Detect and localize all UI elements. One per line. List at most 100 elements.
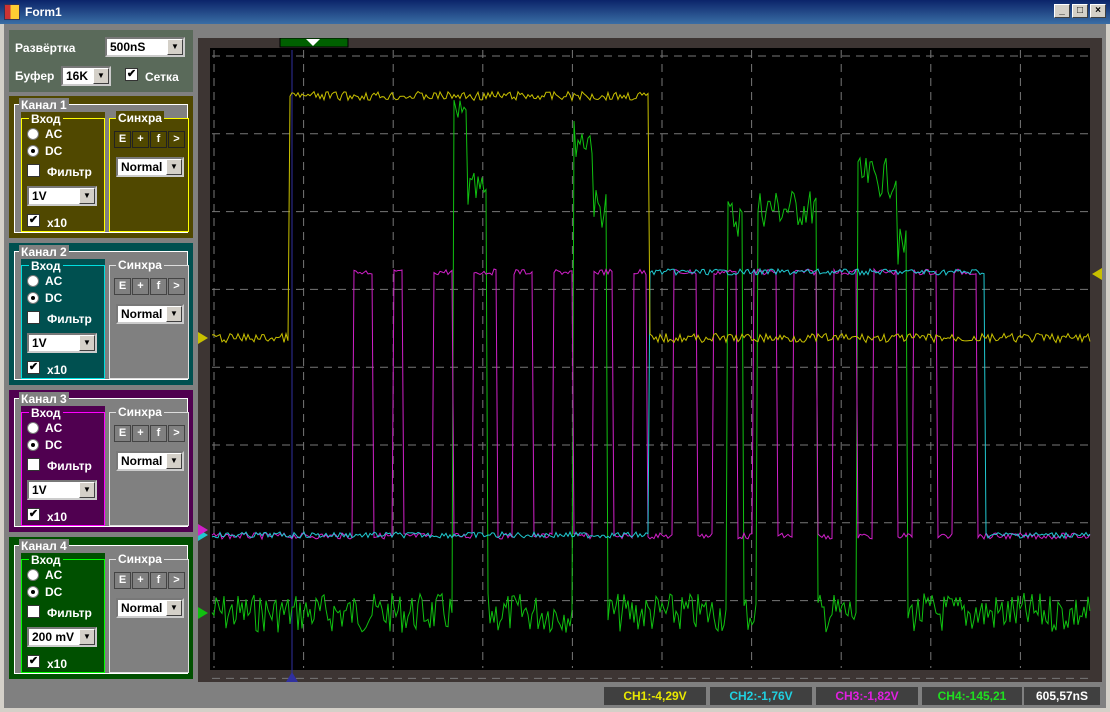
sync-button-3[interactable]: > bbox=[168, 131, 185, 148]
ac-radio[interactable] bbox=[27, 422, 39, 434]
app-icon bbox=[4, 4, 20, 20]
filter-checkbox[interactable] bbox=[27, 458, 40, 471]
sync-mode-select[interactable]: Normal ▼ bbox=[116, 157, 184, 177]
chevron-down-icon[interactable]: ▼ bbox=[79, 482, 95, 498]
ac-label: AC bbox=[45, 127, 63, 141]
sync-label: Синхра bbox=[116, 258, 164, 272]
sync-button-2[interactable]: f bbox=[150, 278, 167, 295]
range-select[interactable]: 1V ▼ bbox=[27, 480, 97, 500]
maximize-button[interactable]: □ bbox=[1072, 4, 1088, 18]
scope-plot[interactable] bbox=[198, 38, 1102, 682]
title-bar: Form1 _ □ × bbox=[0, 0, 1110, 24]
sync-button-0[interactable]: E bbox=[114, 425, 131, 442]
x10-label: x10 bbox=[47, 363, 68, 377]
sync-group: Синхра E + f > Normal ▼ bbox=[109, 111, 189, 232]
range-value: 1V bbox=[32, 189, 47, 203]
sync-mode-select[interactable]: Normal ▼ bbox=[116, 451, 184, 471]
sync-button-2[interactable]: f bbox=[150, 572, 167, 589]
dc-radio[interactable] bbox=[27, 586, 39, 598]
grid-checkbox[interactable]: ✔ bbox=[125, 68, 138, 81]
chevron-down-icon[interactable]: ▼ bbox=[166, 453, 182, 469]
buffer-select[interactable]: 16K ▼ bbox=[61, 66, 111, 86]
x10-checkbox[interactable]: ✔ bbox=[27, 508, 40, 521]
sync-button-3[interactable]: > bbox=[168, 278, 185, 295]
dc-radio[interactable] bbox=[27, 145, 39, 157]
filter-label: Фильтр bbox=[47, 459, 92, 473]
range-select[interactable]: 200 mV ▼ bbox=[27, 627, 97, 647]
dc-radio[interactable] bbox=[27, 292, 39, 304]
sync-label: Синхра bbox=[116, 111, 164, 125]
ac-label: AC bbox=[45, 568, 63, 582]
range-select[interactable]: 1V ▼ bbox=[27, 186, 97, 206]
chevron-down-icon[interactable]: ▼ bbox=[166, 306, 182, 322]
x10-label: x10 bbox=[47, 510, 68, 524]
status-time: 605,57nS bbox=[1024, 687, 1100, 705]
sync-button-1[interactable]: + bbox=[132, 572, 149, 589]
chevron-down-icon[interactable]: ▼ bbox=[79, 629, 95, 645]
sync-mode-select[interactable]: Normal ▼ bbox=[116, 598, 184, 618]
x10-checkbox[interactable]: ✔ bbox=[27, 214, 40, 227]
sync-mode-select[interactable]: Normal ▼ bbox=[116, 304, 184, 324]
chevron-down-icon[interactable]: ▼ bbox=[79, 188, 95, 204]
input-label: Вход bbox=[29, 406, 63, 420]
sync-button-1[interactable]: + bbox=[132, 425, 149, 442]
range-value: 1V bbox=[32, 483, 47, 497]
minimize-button[interactable]: _ bbox=[1054, 4, 1070, 18]
ac-radio[interactable] bbox=[27, 569, 39, 581]
sync-button-1[interactable]: + bbox=[132, 131, 149, 148]
sync-button-2[interactable]: f bbox=[150, 425, 167, 442]
input-label: Вход bbox=[29, 553, 63, 567]
chevron-down-icon[interactable]: ▼ bbox=[166, 600, 182, 616]
channel-offset-marker-icon[interactable] bbox=[198, 607, 208, 619]
trigger-level-marker-icon[interactable] bbox=[1092, 268, 1102, 280]
ac-radio[interactable] bbox=[27, 128, 39, 140]
buffer-value: 16K bbox=[66, 69, 89, 83]
input-group: Вход AC DC Фильтр 1V ▼ ✔ x10 bbox=[21, 259, 105, 379]
x10-label: x10 bbox=[47, 657, 68, 671]
channel-offset-marker-icon[interactable] bbox=[198, 332, 208, 344]
input-label: Вход bbox=[29, 112, 63, 126]
range-select[interactable]: 1V ▼ bbox=[27, 333, 97, 353]
sync-button-2[interactable]: f bbox=[150, 131, 167, 148]
input-group: Вход AC DC Фильтр 200 mV ▼ ✔ x10 bbox=[21, 553, 105, 673]
sync-label: Синхра bbox=[116, 405, 164, 419]
sync-button-3[interactable]: > bbox=[168, 572, 185, 589]
channel-1-panel: Канал 1 Вход AC DC Фильтр 1V ▼ ✔ x10 Синх… bbox=[9, 96, 193, 238]
dc-label: DC bbox=[45, 585, 63, 599]
sweep-value: 500nS bbox=[110, 40, 146, 54]
sync-button-0[interactable]: E bbox=[114, 131, 131, 148]
filter-checkbox[interactable] bbox=[27, 605, 40, 618]
chevron-down-icon[interactable]: ▼ bbox=[93, 68, 109, 84]
channel-2-panel: Канал 2 Вход AC DC Фильтр 1V ▼ ✔ x10 Синх… bbox=[9, 243, 193, 385]
filter-checkbox[interactable] bbox=[27, 164, 40, 177]
sync-label: Синхра bbox=[116, 552, 164, 566]
buffer-label: Буфер bbox=[15, 69, 55, 83]
sync-button-1[interactable]: + bbox=[132, 278, 149, 295]
status-ch1: CH1:-4,29V bbox=[604, 687, 706, 705]
channel-title: Канал 4 bbox=[19, 539, 69, 553]
chevron-down-icon[interactable]: ▼ bbox=[166, 159, 182, 175]
input-label: Вход bbox=[29, 259, 63, 273]
cursor-marker-icon[interactable] bbox=[286, 672, 298, 682]
status-ch3: CH3:-1,82V bbox=[816, 687, 918, 705]
chevron-down-icon[interactable]: ▼ bbox=[167, 39, 183, 55]
range-value: 200 mV bbox=[32, 630, 75, 644]
sync-button-0[interactable]: E bbox=[114, 572, 131, 589]
x10-checkbox[interactable]: ✔ bbox=[27, 655, 40, 668]
sync-button-0[interactable]: E bbox=[114, 278, 131, 295]
dc-label: DC bbox=[45, 144, 63, 158]
filter-checkbox[interactable] bbox=[27, 311, 40, 324]
filter-label: Фильтр bbox=[47, 312, 92, 326]
sweep-select[interactable]: 500nS ▼ bbox=[105, 37, 185, 57]
x10-checkbox[interactable]: ✔ bbox=[27, 361, 40, 374]
close-button[interactable]: × bbox=[1090, 4, 1106, 18]
chevron-down-icon[interactable]: ▼ bbox=[79, 335, 95, 351]
sync-button-3[interactable]: > bbox=[168, 425, 185, 442]
sweep-label: Развёртка bbox=[15, 41, 76, 55]
sync-mode-value: Normal bbox=[121, 601, 163, 615]
ac-radio[interactable] bbox=[27, 275, 39, 287]
ac-label: AC bbox=[45, 421, 63, 435]
status-ch4: CH4:-145,21 bbox=[922, 687, 1022, 705]
oscilloscope-display[interactable] bbox=[198, 38, 1102, 682]
dc-radio[interactable] bbox=[27, 439, 39, 451]
